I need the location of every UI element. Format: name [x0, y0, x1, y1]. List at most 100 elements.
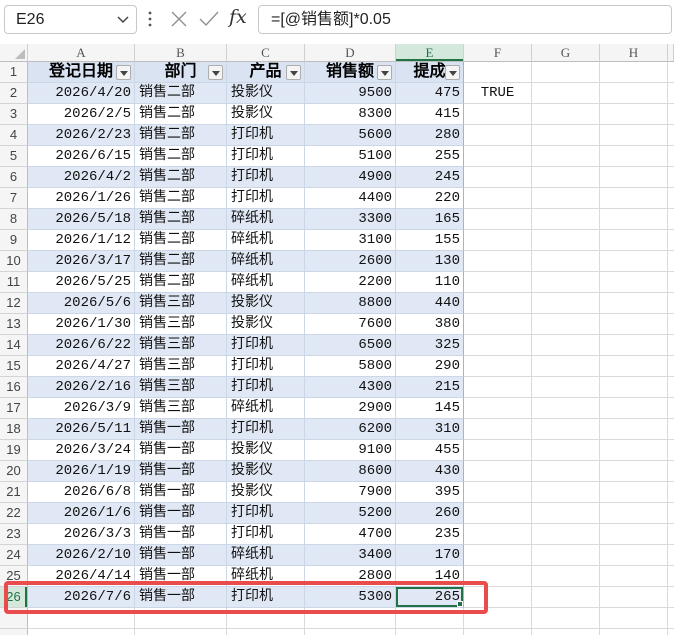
- cell-F25[interactable]: [464, 566, 532, 587]
- cell-overflow-column[interactable]: [668, 272, 674, 293]
- cell-H13[interactable]: [600, 314, 668, 335]
- row-header-13[interactable]: 13: [0, 314, 28, 335]
- cell-A14[interactable]: 2026/6/22: [28, 335, 135, 356]
- cell-F7[interactable]: [464, 188, 532, 209]
- cell-D21[interactable]: 7900: [305, 482, 396, 503]
- cell-H1[interactable]: [600, 62, 668, 83]
- cell-H14[interactable]: [600, 335, 668, 356]
- cell-E16[interactable]: 215: [396, 377, 464, 398]
- column-header-next[interactable]: [668, 44, 674, 62]
- cell-D25[interactable]: 2800: [305, 566, 396, 587]
- vertical-dots-icon[interactable]: [148, 11, 152, 27]
- row-header-11[interactable]: 11: [0, 272, 28, 293]
- cell-overflow-column[interactable]: [668, 440, 674, 461]
- cell-overflow-column[interactable]: [668, 83, 674, 104]
- cell-D6[interactable]: 4900: [305, 167, 396, 188]
- cell-H2[interactable]: [600, 83, 668, 104]
- cell-F19[interactable]: [464, 440, 532, 461]
- cell-C12[interactable]: 投影仪: [227, 293, 305, 314]
- column-header-G[interactable]: G: [532, 44, 600, 62]
- cell-A15[interactable]: 2026/4/27: [28, 356, 135, 377]
- cell-A22[interactable]: 2026/1/6: [28, 503, 135, 524]
- cell-G12[interactable]: [532, 293, 600, 314]
- cell-overflow-column[interactable]: [668, 104, 674, 125]
- cell-H5[interactable]: [600, 146, 668, 167]
- cell-G19[interactable]: [532, 440, 600, 461]
- cell-G13[interactable]: [532, 314, 600, 335]
- cell-overflow-column[interactable]: [668, 314, 674, 335]
- column-header-C[interactable]: C: [227, 44, 305, 62]
- cell-B10[interactable]: 销售二部: [135, 251, 227, 272]
- cell-F8[interactable]: [464, 209, 532, 230]
- cell-H23[interactable]: [600, 524, 668, 545]
- column-header-D[interactable]: D: [305, 44, 396, 62]
- cell-C6[interactable]: 打印机: [227, 167, 305, 188]
- empty-cell[interactable]: [532, 608, 600, 629]
- chevron-down-icon[interactable]: [117, 16, 129, 24]
- cell-C7[interactable]: 打印机: [227, 188, 305, 209]
- cell-C23[interactable]: 打印机: [227, 524, 305, 545]
- empty-cell[interactable]: [227, 608, 305, 629]
- cell-C16[interactable]: 打印机: [227, 377, 305, 398]
- cell-H7[interactable]: [600, 188, 668, 209]
- row-header-17[interactable]: 17: [0, 398, 28, 419]
- cell-overflow-column[interactable]: [668, 482, 674, 503]
- row-header-blank[interactable]: [0, 629, 28, 635]
- cell-G10[interactable]: [532, 251, 600, 272]
- cell-F13[interactable]: [464, 314, 532, 335]
- cell-H21[interactable]: [600, 482, 668, 503]
- cell-C10[interactable]: 碎纸机: [227, 251, 305, 272]
- cell-E14[interactable]: 325: [396, 335, 464, 356]
- cell-F10[interactable]: [464, 251, 532, 272]
- empty-cell[interactable]: [396, 629, 464, 635]
- cell-C20[interactable]: 投影仪: [227, 461, 305, 482]
- cell-G9[interactable]: [532, 230, 600, 251]
- row-header-15[interactable]: 15: [0, 356, 28, 377]
- cell-F1[interactable]: [464, 62, 532, 83]
- cell-overflow-column[interactable]: [668, 419, 674, 440]
- cell-A19[interactable]: 2026/3/24: [28, 440, 135, 461]
- cell-H22[interactable]: [600, 503, 668, 524]
- cell-E7[interactable]: 220: [396, 188, 464, 209]
- cell-D12[interactable]: 8800: [305, 293, 396, 314]
- cell-overflow-column[interactable]: [668, 293, 674, 314]
- cell-F24[interactable]: [464, 545, 532, 566]
- cell-F12[interactable]: [464, 293, 532, 314]
- cell-H17[interactable]: [600, 398, 668, 419]
- cell-D13[interactable]: 7600: [305, 314, 396, 335]
- empty-cell[interactable]: [464, 608, 532, 629]
- cell-overflow-column[interactable]: [668, 377, 674, 398]
- row-header-22[interactable]: 22: [0, 503, 28, 524]
- cell-B8[interactable]: 销售二部: [135, 209, 227, 230]
- cell-B16[interactable]: 销售三部: [135, 377, 227, 398]
- cell-B21[interactable]: 销售一部: [135, 482, 227, 503]
- cell-B22[interactable]: 销售一部: [135, 503, 227, 524]
- cell-A23[interactable]: 2026/3/3: [28, 524, 135, 545]
- cell-G22[interactable]: [532, 503, 600, 524]
- row-header-6[interactable]: 6: [0, 167, 28, 188]
- cell-B3[interactable]: 销售二部: [135, 104, 227, 125]
- cell-D19[interactable]: 9100: [305, 440, 396, 461]
- row-header-19[interactable]: 19: [0, 440, 28, 461]
- cell-F23[interactable]: [464, 524, 532, 545]
- cell-D9[interactable]: 3100: [305, 230, 396, 251]
- cell-H16[interactable]: [600, 377, 668, 398]
- row-header-2[interactable]: 2: [0, 83, 28, 104]
- filter-dropdown-button[interactable]: [377, 65, 392, 80]
- empty-cell[interactable]: [227, 629, 305, 635]
- cell-A2[interactable]: 2026/4/20: [28, 83, 135, 104]
- cell-overflow-column[interactable]: [668, 167, 674, 188]
- cell-G5[interactable]: [532, 146, 600, 167]
- row-header-25[interactable]: 25: [0, 566, 28, 587]
- filter-dropdown-button[interactable]: [286, 65, 301, 80]
- cell-A9[interactable]: 2026/1/12: [28, 230, 135, 251]
- cell-D23[interactable]: 4700: [305, 524, 396, 545]
- cell-A16[interactable]: 2026/2/16: [28, 377, 135, 398]
- cell-H3[interactable]: [600, 104, 668, 125]
- cell-E3[interactable]: 415: [396, 104, 464, 125]
- cell-C15[interactable]: 打印机: [227, 356, 305, 377]
- cell-G6[interactable]: [532, 167, 600, 188]
- empty-cell[interactable]: [600, 629, 668, 635]
- cell-B15[interactable]: 销售三部: [135, 356, 227, 377]
- cell-C8[interactable]: 碎纸机: [227, 209, 305, 230]
